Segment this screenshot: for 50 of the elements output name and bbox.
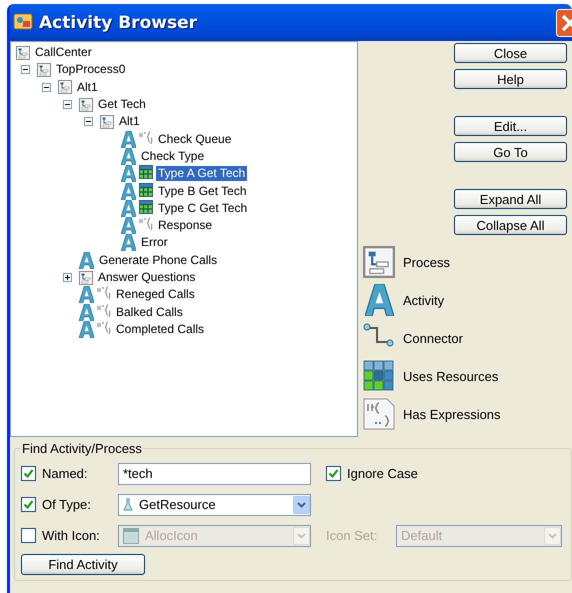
flask-icon	[123, 498, 133, 512]
legend-label: Uses Resources	[403, 368, 498, 384]
checkbox[interactable]	[326, 466, 341, 481]
tree-item[interactable]: Balked Calls	[114, 304, 185, 320]
name-field[interactable]: *tech	[118, 462, 311, 484]
find-button[interactable]: Find Activity	[21, 554, 145, 575]
legend-label: Has Expressions	[403, 406, 501, 422]
checkbox[interactable]	[21, 466, 36, 481]
collapse-toggle[interactable]	[42, 82, 51, 92]
expand-toggle[interactable]	[63, 273, 72, 282]
dialog-button[interactable]: Expand All	[454, 189, 567, 209]
dropdown-button[interactable]	[293, 496, 310, 514]
tree-item[interactable]: Type A Get Tech	[156, 166, 248, 182]
dialog-button[interactable]: Collapse All	[454, 215, 567, 235]
legend-label: Activity	[403, 292, 444, 308]
tree-item[interactable]: Generate Phone Calls	[97, 252, 220, 268]
field-label: Named:	[42, 466, 89, 481]
collapse-toggle[interactable]	[63, 100, 72, 110]
tree-item[interactable]: Alt1	[75, 80, 100, 95]
tree-item[interactable]: Completed Calls	[114, 322, 206, 337]
field-label: With Icon:	[42, 528, 101, 543]
group-title: Find Activity/Process	[21, 441, 143, 456]
tree-item[interactable]: CallCenter	[33, 45, 94, 60]
app-icon	[13, 11, 33, 31]
window-title: Activity Browser	[39, 12, 198, 32]
collapse-toggle[interactable]	[84, 117, 93, 126]
dialog-button[interactable]: Edit...	[454, 116, 567, 136]
tree-item[interactable]: Type C Get Tech	[156, 200, 250, 216]
tree-item[interactable]: Answer Questions	[96, 270, 198, 285]
checkbox-label: Ignore Case	[347, 466, 418, 481]
tree-item[interactable]: Response	[156, 218, 214, 234]
tree-item[interactable]: Reneged Calls	[114, 287, 197, 302]
tree-item[interactable]: Type B Get Tech	[156, 184, 248, 199]
collapse-toggle[interactable]	[21, 65, 30, 74]
field-label: Of Type:	[42, 497, 92, 512]
dropdown-field[interactable]: GetResource	[118, 494, 311, 516]
tree-item[interactable]: Check Type	[139, 148, 206, 164]
dialog-button[interactable]: Go To	[454, 142, 567, 162]
window-icon	[123, 528, 139, 544]
field-label: Icon Set:	[326, 528, 378, 543]
tree-item[interactable]: Check Queue	[156, 132, 234, 147]
tree-item[interactable]: Error	[139, 235, 170, 250]
legend-label: Connector	[403, 330, 463, 346]
tree-item[interactable]: Alt1	[117, 114, 142, 130]
dialog-button[interactable]: Close	[454, 43, 567, 63]
dialog-button[interactable]: Help	[454, 69, 567, 89]
legend-label: Process	[403, 254, 450, 270]
tree-item[interactable]: Get Tech	[96, 97, 148, 112]
checkbox[interactable]	[21, 497, 36, 512]
tree-item[interactable]: TopProcess0	[54, 62, 128, 78]
